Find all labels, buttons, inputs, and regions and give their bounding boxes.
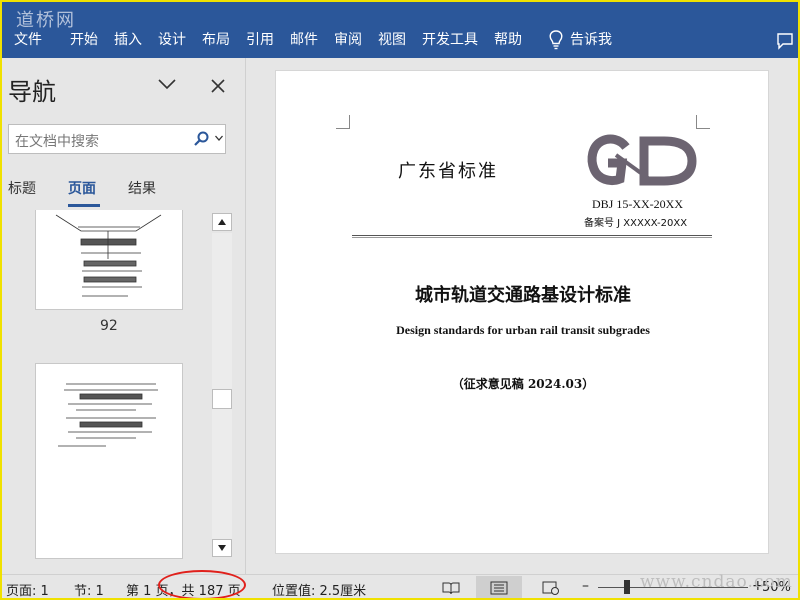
- search-placeholder: 在文档中搜索: [15, 134, 99, 150]
- menu-references[interactable]: 引用: [238, 26, 282, 54]
- menu-help[interactable]: 帮助: [486, 26, 530, 54]
- issuing-org: 广东省标准: [398, 161, 498, 182]
- crop-mark: [696, 115, 710, 129]
- document-number: DBJ 15-XX-20XX: [592, 197, 683, 211]
- crop-mark: [336, 115, 350, 129]
- menu-insert[interactable]: 插入: [106, 26, 150, 54]
- document-title-cn: 城市轨道交通路基设计标准: [415, 285, 631, 306]
- tell-me-label: 告诉我: [570, 32, 612, 48]
- menu-review[interactable]: 审阅: [326, 26, 370, 54]
- thumbnail-drawing: [55, 214, 162, 297]
- scroll-thumb[interactable]: [212, 389, 232, 409]
- document-area: 广东省标准 DBJ 15-XX-20XX 备案号 J XXXXX-20XX 城市…: [247, 58, 800, 574]
- thumbnail-drawing: [58, 383, 158, 447]
- zoom-slider-knob[interactable]: [624, 580, 630, 594]
- document-page[interactable]: 广东省标准 DBJ 15-XX-20XX 备案号 J XXXXX-20XX 城市…: [275, 70, 769, 554]
- nav-scrollbar[interactable]: [212, 213, 232, 559]
- active-tab-indicator: [68, 204, 100, 207]
- status-position[interactable]: 位置值: 2.5厘米: [272, 580, 366, 599]
- web-layout-icon[interactable]: [542, 581, 560, 595]
- record-number: 备案号 J XXXXX-20XX: [584, 218, 688, 229]
- gd-logo: [587, 134, 697, 186]
- page-thumbnail[interactable]: [35, 363, 183, 559]
- triangle-up-icon: [218, 219, 226, 225]
- header-rule: [352, 235, 712, 236]
- quick-access-toolbar: [0, 0, 800, 18]
- close-icon[interactable]: [210, 78, 226, 94]
- highlight-annotation: [158, 570, 246, 600]
- menu-design[interactable]: 设计: [150, 26, 194, 54]
- page-thumbnails: 92: [0, 210, 208, 560]
- watermark-bottom: www.cndao.com: [640, 572, 793, 592]
- status-page[interactable]: 页面: 1: [6, 580, 49, 599]
- nav-tabs: 标题 页面 结果: [0, 176, 246, 206]
- triangle-down-icon: [218, 545, 226, 551]
- print-layout-button[interactable]: [476, 576, 522, 600]
- ribbon: 道桥网 文件 开始 插入 设计 布局 引用 邮件 审阅 视图 开发工具 帮助 告…: [0, 0, 800, 58]
- navigation-pane: 导航 在文档中搜索 标题 页面 结果 92: [0, 58, 246, 574]
- document-title-en: Design standards for urban rail transit …: [396, 323, 650, 337]
- menu-mailings[interactable]: 邮件: [282, 26, 326, 54]
- header-rule-thin: [352, 237, 712, 238]
- search-dropdown-icon[interactable]: [215, 135, 223, 141]
- draft-label: （征求意见稿 2024.03）: [451, 377, 595, 391]
- tab-headings[interactable]: 标题: [8, 178, 36, 198]
- lightbulb-icon: [549, 30, 563, 50]
- scroll-up-button[interactable]: [212, 213, 232, 231]
- menu-bar: 文件 开始 插入 设计 布局 引用 邮件 审阅 视图 开发工具 帮助 告诉我: [0, 26, 800, 54]
- scroll-down-button[interactable]: [212, 539, 232, 557]
- tell-me[interactable]: 告诉我: [540, 26, 620, 54]
- status-section[interactable]: 节: 1: [74, 580, 104, 599]
- zoom-out-button[interactable]: –: [582, 578, 589, 594]
- nav-title: 导航: [8, 78, 56, 106]
- comment-icon[interactable]: [776, 32, 794, 50]
- menu-home[interactable]: 开始: [62, 26, 106, 54]
- chevron-down-icon[interactable]: [158, 78, 176, 90]
- print-layout-icon: [490, 581, 508, 595]
- read-mode-icon[interactable]: [442, 581, 460, 595]
- menu-developer[interactable]: 开发工具: [414, 26, 486, 54]
- menu-layout[interactable]: 布局: [194, 26, 238, 54]
- menu-view[interactable]: 视图: [370, 26, 414, 54]
- search-icon[interactable]: [193, 131, 209, 147]
- tab-results[interactable]: 结果: [128, 178, 156, 198]
- scroll-track[interactable]: [212, 233, 232, 539]
- search-input[interactable]: 在文档中搜索: [8, 124, 226, 154]
- page-number-label: 92: [100, 318, 118, 334]
- tab-pages[interactable]: 页面: [68, 178, 96, 198]
- menu-file[interactable]: 文件: [0, 26, 50, 54]
- page-thumbnail[interactable]: [35, 210, 183, 310]
